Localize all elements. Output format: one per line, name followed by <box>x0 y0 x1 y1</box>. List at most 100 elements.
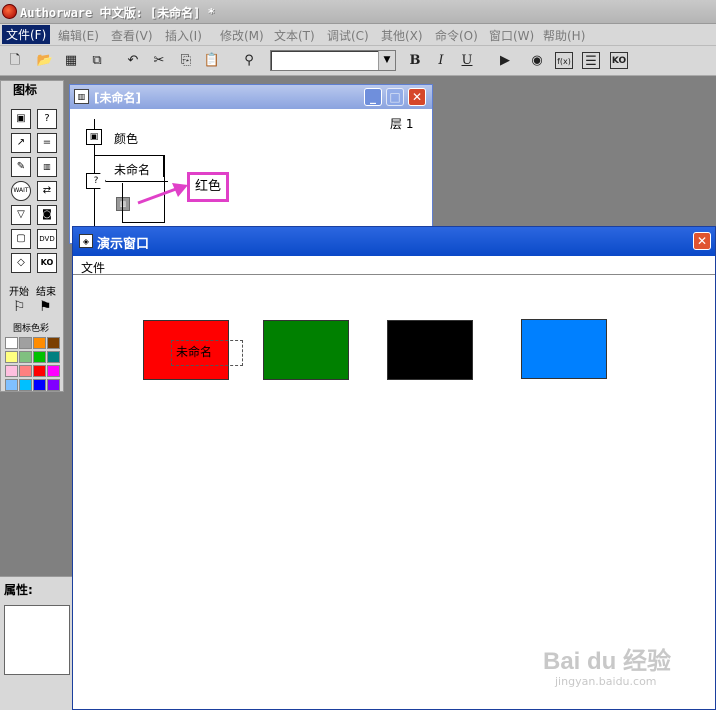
color-swatch[interactable] <box>19 337 32 349</box>
motion-icon[interactable]: ↗ <box>11 133 31 153</box>
paste-icon[interactable]: 📋 <box>203 52 221 69</box>
color-swatch[interactable] <box>33 351 46 363</box>
start-flag-label: 开始 <box>9 287 29 298</box>
minimize-button[interactable]: _ <box>364 88 382 106</box>
menu-insert[interactable]: 插入(I) <box>165 27 202 44</box>
color-swatch[interactable] <box>5 337 18 349</box>
framework-icon[interactable]: ▥ <box>37 157 57 177</box>
menu-view[interactable]: 查看(V) <box>111 27 153 44</box>
green-rectangle <box>263 320 349 380</box>
presentation-title-bar: ◈ 演示窗口 ✕ <box>73 227 715 256</box>
menu-modify[interactable]: 修改(M) <box>220 27 264 44</box>
watermark-brand: Bai du 经验 <box>543 648 672 675</box>
end-flag-icon[interactable]: ⚑ <box>39 299 52 315</box>
button-response-icon[interactable]: ▥ <box>116 197 130 211</box>
chevron-down-icon[interactable]: ▼ <box>378 51 395 70</box>
bold-button[interactable]: B <box>406 52 424 69</box>
control-panel-icon[interactable]: ◉ <box>528 52 546 69</box>
maximize-button[interactable]: □ <box>386 88 404 106</box>
color-swatch[interactable] <box>19 351 32 363</box>
close-button[interactable]: ✕ <box>693 232 711 250</box>
ko-icon[interactable]: KO <box>37 253 57 273</box>
undo-icon[interactable]: ↶ <box>124 52 142 69</box>
flowline-window: ▥ [未命名] _ □ ✕ 层 1 ▣ 颜色 未命名 ? ▥ 红色 <box>69 84 433 244</box>
color-swatch[interactable] <box>47 337 60 349</box>
flowline-title: [未命名] <box>94 91 141 105</box>
font-combo[interactable]: ▼ <box>270 50 396 71</box>
color-swatch[interactable] <box>33 365 46 377</box>
icon-colors-label: 图标色彩 <box>13 324 50 334</box>
color-swatch[interactable] <box>47 365 60 377</box>
menu-window[interactable]: 窗口(W) <box>489 27 534 44</box>
movie-icon[interactable]: ◙ <box>37 205 57 225</box>
underline-button[interactable]: U <box>458 52 476 69</box>
new-file-icon[interactable]: 🗋 <box>6 52 24 69</box>
menu-debug[interactable]: 调试(C) <box>327 27 369 44</box>
decision-icon[interactable]: ▽ <box>11 205 31 225</box>
color-swatch[interactable] <box>5 365 18 377</box>
restart-icon[interactable]: ▶ <box>496 52 514 69</box>
close-button[interactable]: ✕ <box>408 88 426 106</box>
functions-icon[interactable]: f(x) <box>555 52 573 69</box>
watermark-url: jingyan.baidu.com <box>555 675 657 688</box>
dvd-icon[interactable]: DVD <box>37 229 57 249</box>
properties-content <box>4 605 70 675</box>
map-icon[interactable]: ▢ <box>11 229 31 249</box>
calc-icon-label: 颜色 <box>114 132 139 146</box>
interaction-label: 未命名 <box>114 163 151 177</box>
diamond-icon[interactable]: ◇ <box>11 253 31 273</box>
unnamed-button[interactable]: 未命名 <box>171 340 243 366</box>
display-icon[interactable]: ▣ <box>11 109 31 129</box>
properties-title: 属性: <box>4 583 33 597</box>
presentation-title: 演示窗口 <box>97 237 150 252</box>
color-swatch[interactable] <box>5 379 18 391</box>
end-flag-label: 结束 <box>36 287 56 298</box>
calculation-icon[interactable]: = <box>37 133 57 153</box>
menu-text[interactable]: 文本(T) <box>274 27 315 44</box>
callout-red-label: 红色 <box>187 172 229 202</box>
presentation-menu-file[interactable]: 文件 <box>81 259 105 276</box>
open-file-icon[interactable]: 📂 <box>36 52 54 69</box>
app-title-bar: Authorware 中文版: [未命名] * <box>0 0 716 24</box>
erase-icon[interactable]: ✎ <box>11 157 31 177</box>
color-swatch[interactable] <box>47 351 60 363</box>
wait-icon[interactable]: WAIT <box>11 181 31 201</box>
flowline-title-bar: ▥ [未命名] _ □ ✕ <box>70 85 432 109</box>
app-title: Authorware 中文版: [未命名] * <box>20 6 215 20</box>
cut-icon[interactable]: ✂ <box>150 52 168 69</box>
response-line <box>122 183 123 223</box>
palette-title: 图标 <box>13 83 38 97</box>
authorware-app-icon <box>2 4 17 19</box>
find-icon[interactable]: ⚲ <box>240 52 258 69</box>
import-icon[interactable]: ⧉ <box>88 52 106 69</box>
menu-help[interactable]: 帮助(H) <box>543 27 585 44</box>
color-swatch[interactable] <box>5 351 18 363</box>
color-swatch[interactable] <box>33 379 46 391</box>
blue-rectangle <box>521 319 607 379</box>
italic-button[interactable]: I <box>432 52 450 69</box>
save-all-icon[interactable]: ▦ <box>62 52 80 69</box>
callout-arrow-icon <box>137 183 188 205</box>
navigate-icon[interactable]: ⇄ <box>37 181 57 201</box>
color-swatch[interactable] <box>33 337 46 349</box>
level-label: 层 1 <box>390 117 414 131</box>
menu-other[interactable]: 其他(X) <box>381 27 423 44</box>
menu-edit[interactable]: 编辑(E) <box>58 27 99 44</box>
menu-file[interactable]: 文件(F) <box>2 25 51 44</box>
properties-panel: 属性: <box>0 576 72 710</box>
menu-command[interactable]: 命令(O) <box>435 27 478 44</box>
color-swatch[interactable] <box>19 365 32 377</box>
black-rectangle <box>387 320 473 380</box>
color-swatch[interactable] <box>19 379 32 391</box>
flowline-window-icon: ▥ <box>74 89 89 104</box>
start-flag-icon[interactable]: ⚐ <box>13 299 26 315</box>
knowledge-objects-icon[interactable]: KO <box>610 52 628 69</box>
calc-color-icon[interactable]: ▣ <box>86 129 102 145</box>
presentation-window-icon: ◈ <box>79 234 93 248</box>
copy-icon[interactable]: ⎘ <box>177 52 195 69</box>
menu-bar: 文件(F) 编辑(E) 查看(V) 插入(I) 修改(M) 文本(T) 调试(C… <box>0 24 716 46</box>
color-swatch[interactable] <box>47 379 60 391</box>
variables-icon[interactable]: ☰ <box>582 52 600 69</box>
presentation-menu-bar: 文件 <box>73 256 715 275</box>
interaction-icon[interactable]: ? <box>37 109 57 129</box>
